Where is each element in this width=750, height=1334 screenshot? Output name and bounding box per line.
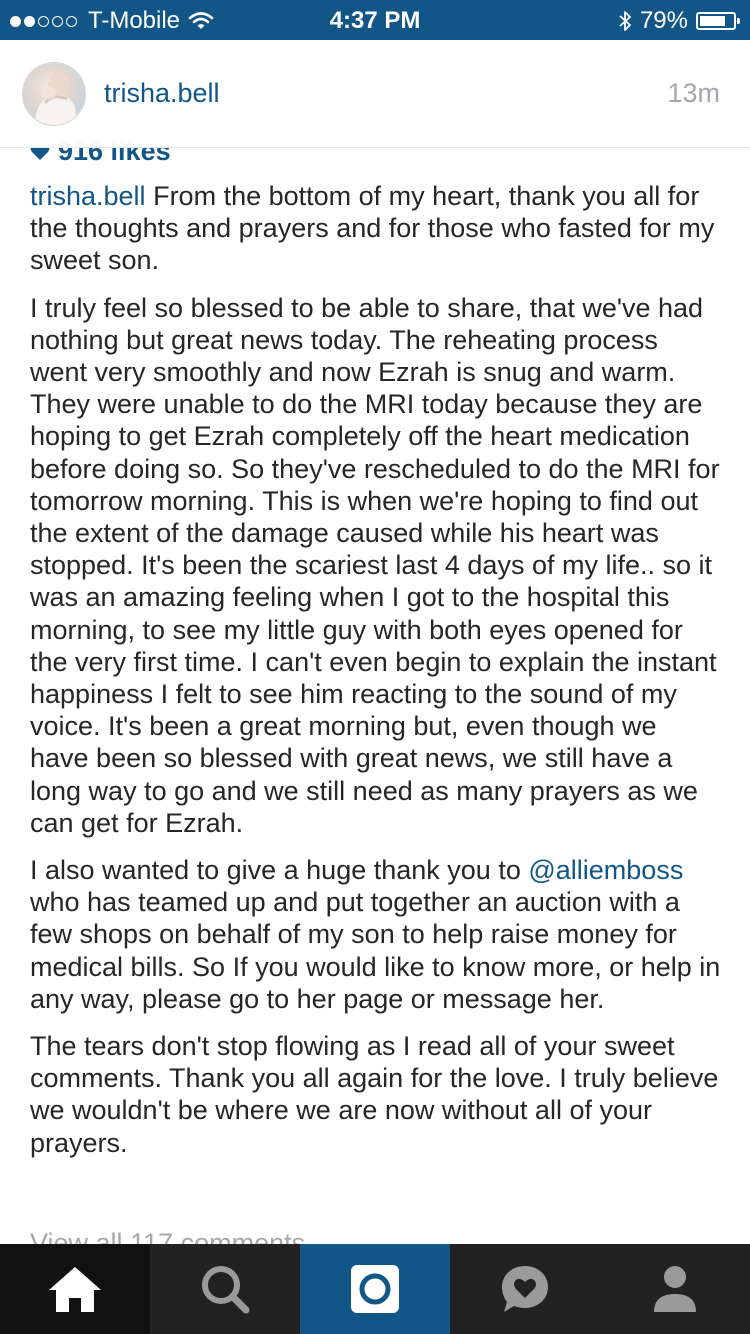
status-bar: T-Mobile 4:37 PM 79% [0,0,750,40]
tab-profile[interactable] [600,1244,750,1334]
post-username[interactable]: trisha.bell [104,78,220,109]
status-right: 79% [618,7,740,35]
activity-icon [502,1266,548,1312]
post-header: trisha.bell 13m [0,40,750,148]
caption-paragraph: The tears don't stop flowing as I read a… [30,1031,719,1158]
tab-camera[interactable] [300,1244,450,1334]
avatar[interactable] [22,62,86,126]
caption-text: who has teamed up and put together an au… [30,887,721,1014]
battery-percent: 79% [639,7,688,34]
profile-icon [654,1266,696,1312]
avatar-photo [35,73,77,125]
post-timestamp: 13m [667,78,720,108]
caption-paragraph: I truly feel so blessed to be able to sh… [30,292,720,838]
post-caption: trisha.bell From the bottom of my heart,… [30,180,722,1174]
caption-author[interactable]: trisha.bell [30,181,146,211]
search-icon [202,1266,250,1314]
tab-search[interactable] [150,1244,300,1334]
camera-icon [351,1265,399,1313]
battery-icon [696,12,740,30]
mention-link[interactable]: @alliemboss [528,855,683,885]
caption-paragraph: trisha.bell From the bottom of my heart,… [30,180,722,277]
caption-text: I also wanted to give a huge thank you t… [30,855,521,886]
bluetooth-icon [619,11,631,31]
tab-bar [0,1244,750,1334]
battery-tip [737,18,740,24]
caption-paragraph: I also wanted to give a huge thank you t… [30,854,722,1015]
battery-fill [700,16,725,26]
tab-home[interactable] [0,1244,150,1334]
home-icon [49,1267,101,1312]
tab-activity[interactable] [450,1244,600,1334]
